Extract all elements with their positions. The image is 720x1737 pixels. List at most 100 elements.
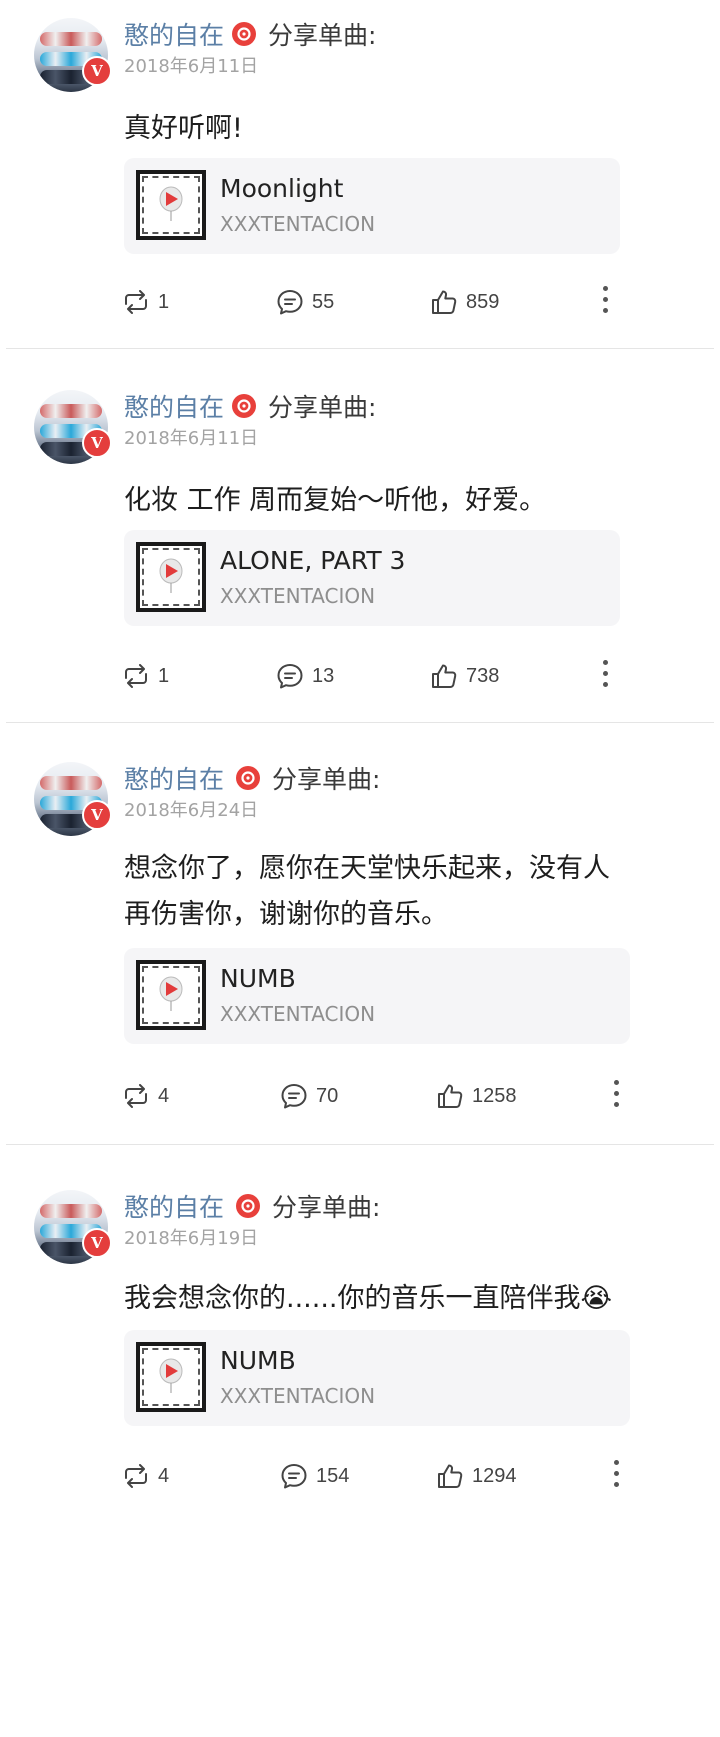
- more-button[interactable]: [601, 286, 609, 316]
- repost-button[interactable]: 4: [122, 1456, 169, 1496]
- comment-button[interactable]: 70: [280, 1076, 338, 1116]
- repost-count: 1: [158, 290, 170, 313]
- comment-count: 13: [312, 664, 335, 687]
- repost-button[interactable]: 1: [122, 656, 169, 696]
- post-text: 我会想念你的......你的音乐一直陪伴我😭: [124, 1276, 644, 1322]
- share-single-label: 分享单曲:: [268, 21, 377, 50]
- song-card[interactable]: ALONE, PART 3 XXXTENTACION: [124, 530, 620, 626]
- repost-icon: [125, 1084, 147, 1108]
- like-count: 1294: [472, 1464, 517, 1487]
- artist-name: XXXTENTACION: [220, 584, 376, 608]
- verified-badge: V: [82, 800, 112, 830]
- netease-music-icon: [232, 394, 256, 418]
- comment-count: 55: [312, 290, 335, 313]
- post-text-line: 真好听啊!: [124, 113, 243, 144]
- like-count: 859: [466, 290, 500, 313]
- like-button[interactable]: 859: [430, 282, 499, 322]
- feed: V 憨的自在 分享单曲: 2018年6月11日 真好听啊! Moonlight …: [0, 0, 720, 1737]
- post: V 憨的自在 分享单曲: 2018年6月24日 想念你了，愿你在天堂快乐起来，没…: [0, 744, 720, 1144]
- song-title: NUMB: [220, 1346, 296, 1375]
- action-bar: 4 70 1258: [0, 1076, 720, 1116]
- user-name[interactable]: 憨的自在: [124, 1188, 224, 1224]
- more-button[interactable]: [601, 660, 609, 690]
- netease-music-icon: [236, 1194, 260, 1218]
- user-name[interactable]: 憨的自在: [124, 760, 224, 796]
- like-icon: [432, 290, 457, 314]
- comment-count: 154: [316, 1464, 350, 1487]
- divider: [6, 722, 714, 723]
- netease-music-icon: [232, 22, 256, 46]
- user-name[interactable]: 憨的自在: [124, 16, 224, 52]
- like-icon: [438, 1464, 463, 1488]
- play-icon: [159, 558, 183, 593]
- comment-icon: [277, 664, 303, 689]
- like-count: 738: [466, 664, 500, 687]
- post-text-line: 化妆 工作 周而复始～听他，好爱。: [124, 485, 547, 516]
- repost-count: 4: [158, 1084, 170, 1107]
- artist-name: XXXTENTACION: [220, 212, 376, 236]
- like-count: 1258: [472, 1084, 517, 1107]
- post-text-line: 我会想念你的......你的音乐一直陪伴我😭: [124, 1283, 613, 1314]
- artist-name: XXXTENTACION: [220, 1384, 376, 1408]
- repost-icon: [125, 290, 147, 314]
- post-text-line: 再伤害你，谢谢你的音乐。: [124, 899, 448, 930]
- post: V 憨的自在 分享单曲: 2018年6月11日 真好听啊! Moonlight …: [0, 0, 720, 348]
- song-title: NUMB: [220, 964, 296, 993]
- song-title: ALONE, PART 3: [220, 546, 406, 575]
- comment-icon: [277, 290, 303, 315]
- like-button[interactable]: 738: [430, 656, 499, 696]
- album-cover: [136, 170, 206, 240]
- repost-icon: [125, 1464, 147, 1488]
- repost-button[interactable]: 1: [122, 282, 169, 322]
- like-icon: [438, 1084, 463, 1108]
- album-cover: [136, 1342, 206, 1412]
- album-cover: [136, 960, 206, 1030]
- artist-name: XXXTENTACION: [220, 1002, 376, 1026]
- post-date: 2018年6月24日: [124, 800, 259, 821]
- song-card[interactable]: NUMB XXXTENTACION: [124, 948, 630, 1044]
- post: V 憨的自在 分享单曲: 2018年6月19日 我会想念你的......你的音乐…: [0, 1172, 720, 1572]
- more-button[interactable]: [612, 1080, 620, 1110]
- song-title: Moonlight: [220, 174, 344, 203]
- play-icon: [159, 186, 183, 221]
- verified-badge: V: [82, 428, 112, 458]
- repost-button[interactable]: 4: [122, 1076, 169, 1116]
- post-text: 真好听啊!: [124, 106, 644, 152]
- post: V 憨的自在 分享单曲: 2018年6月11日 化妆 工作 周而复始～听他，好爱…: [0, 372, 720, 720]
- netease-music-icon: [236, 766, 260, 790]
- verified-badge: V: [82, 1228, 112, 1258]
- post-text-line: 想念你了，愿你在天堂快乐起来，没有人: [124, 853, 610, 884]
- post-date: 2018年6月11日: [124, 428, 259, 449]
- more-button[interactable]: [612, 1460, 620, 1490]
- album-cover: [136, 542, 206, 612]
- like-icon: [432, 664, 457, 688]
- post-text: 化妆 工作 周而复始～听他，好爱。: [124, 478, 644, 524]
- comment-icon: [281, 1464, 307, 1489]
- user-name[interactable]: 憨的自在: [124, 388, 224, 424]
- comment-button[interactable]: 13: [276, 656, 334, 696]
- comment-count: 70: [316, 1084, 339, 1107]
- like-button[interactable]: 1294: [436, 1456, 517, 1496]
- post-date: 2018年6月11日: [124, 56, 259, 77]
- action-bar: 4 154 1294: [0, 1456, 720, 1496]
- song-card[interactable]: NUMB XXXTENTACION: [124, 1330, 630, 1426]
- comment-button[interactable]: 154: [280, 1456, 349, 1496]
- share-single-label: 分享单曲:: [268, 393, 377, 422]
- action-bar: 1 55 859: [0, 282, 720, 322]
- post-date: 2018年6月19日: [124, 1228, 259, 1249]
- comment-icon: [281, 1084, 307, 1109]
- share-single-label: 分享单曲:: [272, 765, 381, 794]
- repost-icon: [125, 664, 147, 688]
- action-bar: 1 13 738: [0, 656, 720, 696]
- share-single-label: 分享单曲:: [272, 1193, 381, 1222]
- play-icon: [159, 976, 183, 1011]
- divider: [6, 348, 714, 349]
- song-card[interactable]: Moonlight XXXTENTACION: [124, 158, 620, 254]
- repost-count: 1: [158, 664, 170, 687]
- like-button[interactable]: 1258: [436, 1076, 517, 1116]
- play-icon: [159, 1358, 183, 1393]
- post-text: 想念你了，愿你在天堂快乐起来，没有人 再伤害你，谢谢你的音乐。: [124, 846, 644, 938]
- verified-badge: V: [82, 56, 112, 86]
- comment-button[interactable]: 55: [276, 282, 334, 322]
- divider: [6, 1144, 714, 1145]
